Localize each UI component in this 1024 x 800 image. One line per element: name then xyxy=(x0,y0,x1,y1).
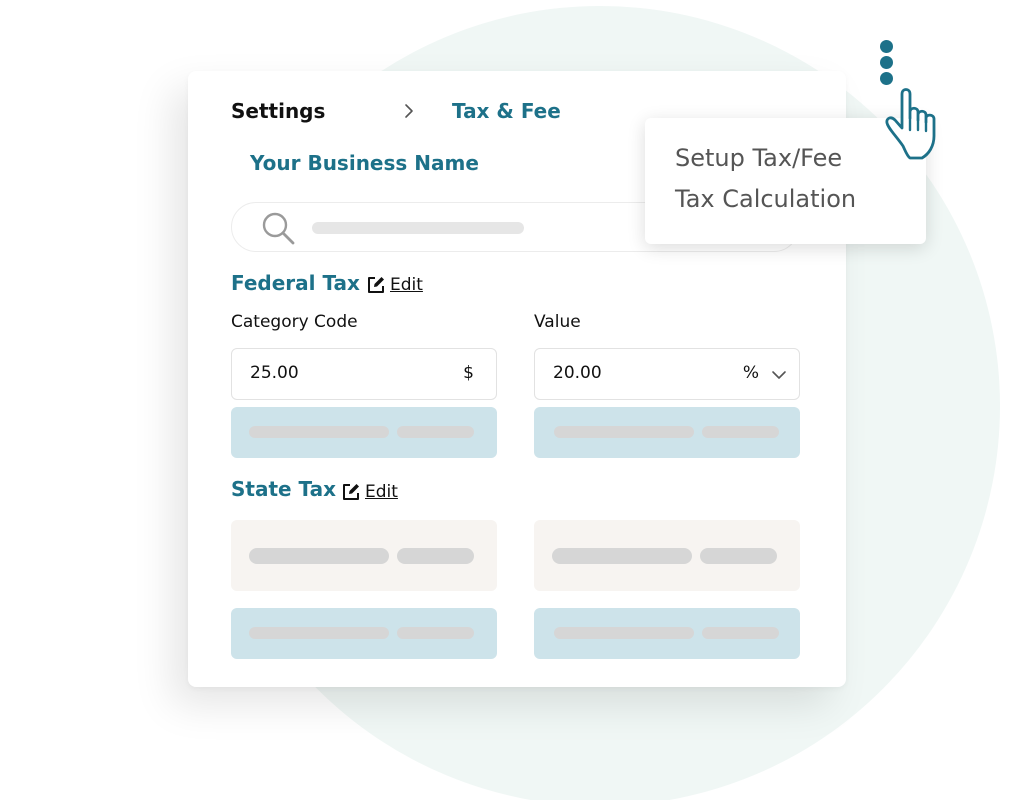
chevron-down-icon xyxy=(772,371,786,379)
value-dropdown[interactable]: 20.00 % xyxy=(534,348,800,400)
edit-label[interactable]: Edit xyxy=(390,275,423,295)
placeholder-bar xyxy=(552,548,692,564)
more-vertical-icon[interactable] xyxy=(878,40,894,86)
federal-tax-title: Federal Tax xyxy=(231,271,360,295)
placeholder-bar xyxy=(554,426,694,438)
category-code-value: 25.00 xyxy=(250,363,299,383)
state-tax-edit-link[interactable]: Edit xyxy=(341,482,398,502)
search-input[interactable] xyxy=(312,222,524,234)
federal-tax-edit-link[interactable]: Edit xyxy=(366,275,423,295)
placeholder-row xyxy=(231,520,497,591)
business-name: Your Business Name xyxy=(250,151,479,175)
percent-unit: % xyxy=(742,363,759,383)
placeholder-bar xyxy=(702,426,779,438)
category-code-label: Category Code xyxy=(231,312,358,332)
placeholder-bar xyxy=(397,627,474,639)
placeholder-bar xyxy=(249,627,389,639)
placeholder-row xyxy=(231,608,497,659)
breadcrumb: Settings Tax & Fee xyxy=(231,99,651,125)
state-tax-title: State Tax xyxy=(231,477,337,501)
menu-item-setup-tax-fee[interactable]: Setup Tax/Fee xyxy=(675,144,842,172)
placeholder-bar xyxy=(397,426,474,438)
search-icon xyxy=(262,212,295,245)
value-label: Value xyxy=(534,312,581,332)
hand-pointer-icon xyxy=(885,88,936,160)
placeholder-row xyxy=(534,608,800,659)
kebab-dot xyxy=(880,56,893,69)
placeholder-bar xyxy=(700,548,777,564)
value-amount: 20.00 xyxy=(553,363,602,383)
edit-icon xyxy=(343,484,359,500)
placeholder-bar xyxy=(249,426,389,438)
edit-label[interactable]: Edit xyxy=(365,482,398,502)
breadcrumb-tax-fee[interactable]: Tax & Fee xyxy=(452,99,561,123)
placeholder-bar xyxy=(397,548,474,564)
placeholder-bar xyxy=(249,548,389,564)
breadcrumb-settings[interactable]: Settings xyxy=(231,99,325,123)
placeholder-row xyxy=(534,407,800,458)
chevron-right-icon xyxy=(405,104,413,118)
placeholder-row xyxy=(231,407,497,458)
menu-item-tax-calculation[interactable]: Tax Calculation xyxy=(675,185,856,213)
edit-icon xyxy=(368,277,384,293)
currency-unit: $ xyxy=(463,363,474,383)
kebab-dot xyxy=(880,40,893,53)
placeholder-bar xyxy=(702,627,779,639)
placeholder-row xyxy=(534,520,800,591)
placeholder-bar xyxy=(554,627,694,639)
category-code-field[interactable]: 25.00 $ xyxy=(231,348,497,400)
